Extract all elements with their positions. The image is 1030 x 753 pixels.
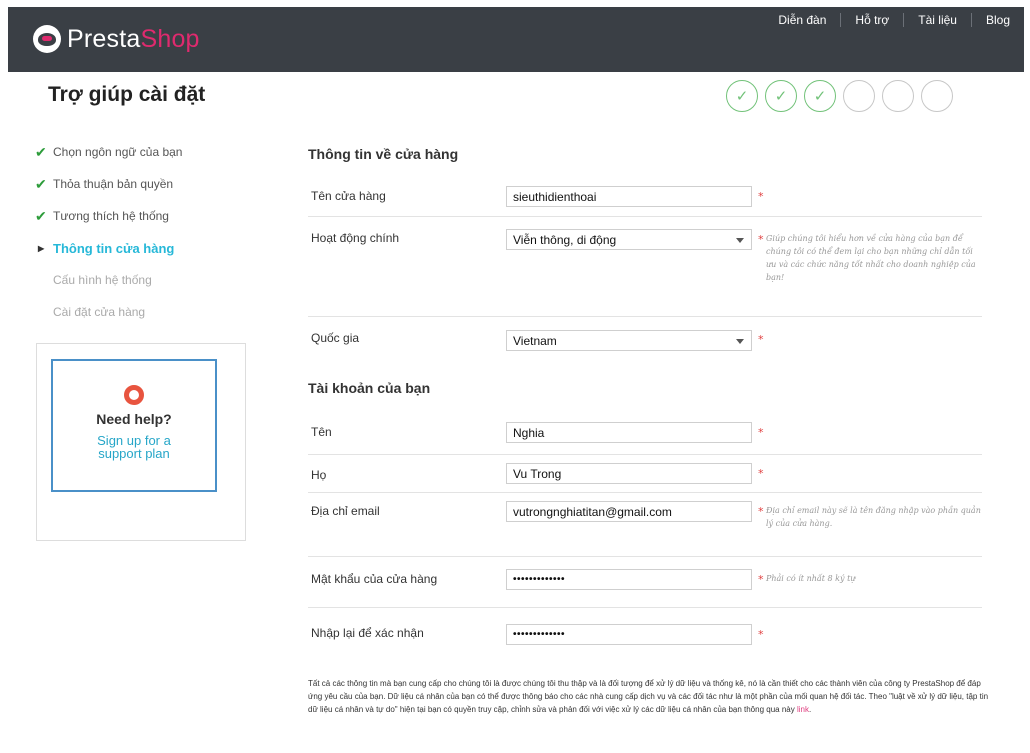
check-icon: ✔ [35,143,47,160]
required-mark: * [758,233,764,246]
sidebar-item-language[interactable]: ✔ Chọn ngôn ngữ của bạn [35,136,265,168]
password-hint: Phải có ít nhất 8 ký tự [766,574,856,583]
progress-step-3: ✓ [804,80,836,112]
privacy-notice-text: Tất cả các thông tin mà bạn cung cấp cho… [308,679,989,714]
check-icon: ✓ [774,87,788,105]
first-name-input[interactable]: Nghia [506,422,752,443]
divider [308,492,982,493]
privacy-link[interactable]: link [797,705,809,714]
check-icon: ✔ [35,175,47,192]
lifebuoy-icon [124,385,144,405]
email-label: Địa chỉ email [311,504,380,518]
puffin-logo-icon [33,25,61,53]
required-mark: * [758,426,764,439]
help-box: Need help? Sign up for a support plan [36,343,246,541]
sidebar-item-label: Tương thích hệ thống [53,209,169,223]
progress-step-5 [882,80,914,112]
sidebar-item-label: Chọn ngôn ngữ của bạn [53,145,183,159]
support-plan-link[interactable]: Sign up for a support plan [53,434,215,460]
nav-blog-link[interactable]: Blog [972,13,1016,27]
account-section-title: Tài khoản của bạn [308,380,431,396]
caret-right-icon: ▶ [38,243,45,253]
logo-text-presta: Presta [67,24,141,53]
support-link-line-2: support plan [98,446,170,461]
logo-text-shop: Shop [140,24,200,53]
first-name-label: Tên [311,425,332,439]
email-hint: Địa chỉ email này sẽ là tên đăng nhập và… [766,506,981,528]
divider [308,216,982,217]
nav-forum-link[interactable]: Diễn đàn [764,13,842,27]
required-mark: * [758,190,764,203]
store-name-input[interactable]: sieuthidienthoai [506,186,752,207]
top-nav: Diễn đàn Hỗ trợ Tài liệu Blog [764,13,1016,27]
confirm-password-input[interactable]: ••••••••••••• [506,624,752,645]
email-input[interactable]: vutrongnghiatitan@gmail.com [506,501,752,522]
sidebar-item-system-config: Cấu hình hệ thống [35,264,265,296]
activity-select[interactable]: Viễn thông, di động [506,229,752,250]
country-select[interactable]: Vietnam [506,330,752,351]
divider [308,556,982,557]
sidebar-item-license[interactable]: ✔ Thỏa thuận bản quyền [35,168,265,200]
check-icon: ✔ [35,207,47,224]
required-mark: * [758,505,764,518]
sidebar-item-label: Cấu hình hệ thống [53,273,152,287]
page-title: Trợ giúp cài đặt [48,83,206,106]
sidebar-item-store-info[interactable]: ▶ Thông tin cửa hàng [35,232,265,264]
prestashop-logo[interactable]: PrestaShop [33,22,200,56]
check-icon: ✓ [813,87,827,105]
sidebar-item-compatibility[interactable]: ✔ Tương thích hệ thống [35,200,265,232]
nav-docs-link[interactable]: Tài liệu [904,13,972,27]
confirm-password-label: Nhập lại để xác nhận [311,626,424,640]
steps-sidebar: ✔ Chọn ngôn ngữ của bạn ✔ Thỏa thuận bản q… [35,136,265,328]
divider [308,316,982,317]
store-section-title: Thông tin về cửa hàng [308,146,459,162]
activity-label: Hoạt động chính [311,231,400,245]
progress-step-1: ✓ [726,80,758,112]
sidebar-item-store-install: Cài đặt cửa hàng [35,296,265,328]
nav-support-link[interactable]: Hỗ trợ [841,13,905,27]
password-input[interactable]: ••••••••••••• [506,569,752,590]
sidebar-item-label: Thỏa thuận bản quyền [53,177,174,191]
progress-step-2: ✓ [765,80,797,112]
sidebar-item-label: Cài đặt cửa hàng [53,305,146,319]
help-title: Need help? [96,411,172,427]
check-icon: ✓ [735,87,749,105]
last-name-label: Họ [311,468,327,482]
country-label: Quốc gia [311,331,360,345]
support-card[interactable]: Need help? Sign up for a support plan [51,359,217,492]
progress-step-6 [921,80,953,112]
password-label: Mật khẩu của cửa hàng [311,572,438,586]
sidebar-item-label: Thông tin cửa hàng [53,240,175,256]
last-name-input[interactable]: Vu Trong [506,463,752,484]
progress-step-4 [843,80,875,112]
divider [308,607,982,608]
required-mark: * [758,573,764,586]
required-mark: * [758,467,764,480]
required-mark: * [758,628,764,641]
divider [308,454,982,455]
store-name-label: Tên cửa hàng [311,189,386,203]
privacy-notice: Tất cả các thông tin mà bạn cung cấp cho… [308,679,989,714]
activity-hint: Giúp chúng tôi hiểu hơn về cửa hàng của … [766,234,976,282]
install-progress: ✓ ✓ ✓ [726,80,960,112]
logo-text: PrestaShop [67,25,200,54]
top-bar: PrestaShop Diễn đàn Hỗ trợ Tài liệu Blog [8,7,1024,72]
required-mark: * [758,333,764,346]
